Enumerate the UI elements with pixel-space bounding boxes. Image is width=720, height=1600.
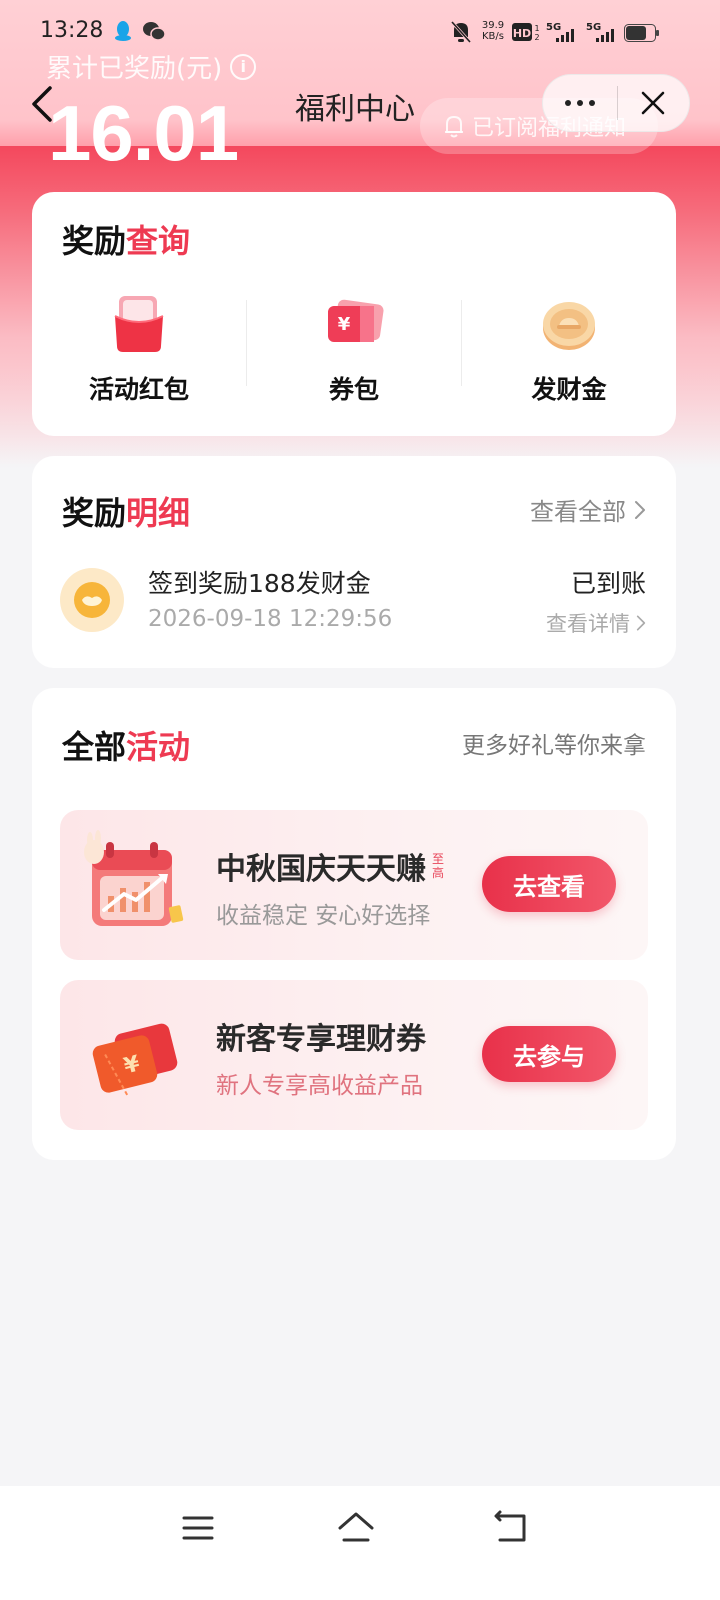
svg-text:2: 2 [534, 33, 539, 42]
reward-query-card: 奖励查询 活动红包 ¥ 券包 发财金 [32, 192, 676, 436]
query-item-label: 券包 [328, 375, 379, 404]
status-time: 13:28 [40, 18, 104, 43]
close-icon [641, 91, 665, 115]
title-accent: 活动 [126, 728, 191, 766]
home-icon[interactable] [334, 1508, 378, 1548]
query-item-label: 发财金 [531, 375, 607, 404]
more-dot [576, 100, 583, 106]
title-accent: 明细 [126, 494, 191, 532]
calendar-growth-icon [84, 830, 184, 926]
menu-icon[interactable] [176, 1508, 220, 1548]
query-item-gold[interactable]: 发财金 [462, 292, 676, 412]
activities-card: 全部活动 更多好礼等你来拿 中秋国庆天天赚 至高 收益稳定 安心好选择 去查看 [32, 688, 676, 1160]
query-item-coupon[interactable]: ¥ 券包 [247, 292, 461, 412]
signal-5g-icon: 5G [586, 22, 614, 42]
network-1: 5G [546, 22, 561, 33]
query-item-label: 活动红包 [88, 375, 189, 404]
activity-title: 中秋国庆天天赚 至高 [216, 844, 446, 888]
close-button[interactable] [618, 74, 690, 132]
gold-ingot-icon [82, 596, 102, 606]
activities-title: 全部活动 [62, 722, 190, 768]
query-item-red-packet[interactable]: 活动红包 [32, 292, 246, 412]
wechat-icon [143, 22, 166, 41]
title-accent: 查询 [126, 222, 191, 260]
record-status: 已到账 [570, 569, 646, 598]
title-main: 奖励 [62, 222, 127, 260]
mini-program-capsule [542, 74, 690, 132]
battery-icon [624, 24, 659, 42]
record-title: 签到奖励188发财金 [148, 569, 371, 598]
activities-more-text: 更多好礼等你来拿 [462, 733, 646, 759]
gold-ingot-avatar [60, 568, 124, 632]
red-envelope-coupon-icon: ¥ [92, 1023, 178, 1097]
more-dot [588, 100, 595, 106]
net-speed-unit: KB/s [482, 31, 504, 42]
activity-subtitle: 新人专享高收益产品 [216, 1073, 423, 1099]
view-activity-button[interactable]: 去查看 [482, 856, 616, 912]
hd-label: HD [513, 27, 531, 40]
reward-query-title: 奖励查询 [62, 216, 190, 262]
activity-banner-new-customer[interactable]: ¥ 新客专享理财券 新人专享高收益产品 去参与 [60, 980, 648, 1130]
reward-detail-card: 奖励明细 查看全部 签到奖励188发财金 2026-09-18 12:29:56… [32, 456, 676, 668]
more-dot [564, 100, 571, 106]
view-all-text: 查看全部 [530, 498, 626, 526]
mute-bell-icon [450, 20, 472, 44]
title-main: 全部 [62, 728, 127, 766]
activity-badge: 至高 [432, 852, 445, 880]
reward-total-amount: 16.01 [48, 89, 239, 177]
signal-5g-icon: 5G [546, 22, 574, 42]
system-navigation-bar [0, 1486, 720, 1600]
hd-voice-icon: HD 1 2 [512, 23, 540, 42]
red-packet-icon [114, 296, 164, 352]
more-options-button[interactable] [543, 74, 617, 132]
activity-title-text: 中秋国庆天天赚 [216, 852, 426, 887]
back-icon[interactable] [490, 1508, 534, 1548]
chevron-right-icon [635, 500, 645, 519]
title-main: 奖励 [62, 494, 127, 532]
svg-text:1: 1 [534, 24, 539, 33]
net-speed-value: 39.9 [481, 20, 505, 31]
page-title: 福利中心 [295, 92, 415, 127]
coupon-icon: ¥ [328, 299, 384, 342]
qq-icon [115, 21, 131, 41]
activity-title: 新客专享理财券 [216, 1014, 426, 1058]
network-speed: 39.9 KB/s [478, 20, 508, 42]
record-detail-text: 查看详情 [546, 612, 630, 636]
svg-text:¥: ¥ [338, 314, 351, 335]
gold-coin-icon [543, 302, 595, 350]
activity-subtitle: 收益稳定 安心好选择 [216, 903, 431, 929]
view-all-link[interactable]: 查看全部 [530, 492, 646, 527]
record-detail-link[interactable]: 查看详情 [546, 608, 646, 638]
activity-banner-mid-autumn[interactable]: 中秋国庆天天赚 至高 收益稳定 安心好选择 去查看 [60, 810, 648, 960]
reward-detail-title: 奖励明细 [62, 488, 190, 534]
record-time: 2026-09-18 12:29:56 [148, 606, 393, 632]
network-2: 5G [586, 22, 601, 33]
chevron-right-icon [636, 615, 646, 631]
back-arrow-icon[interactable] [26, 84, 60, 124]
join-activity-button[interactable]: 去参与 [482, 1026, 616, 1082]
status-bar: 13:28 39.9 KB/s HD 1 2 5G 5G [0, 0, 720, 64]
activity-title-text: 新客专享理财券 [216, 1022, 426, 1057]
